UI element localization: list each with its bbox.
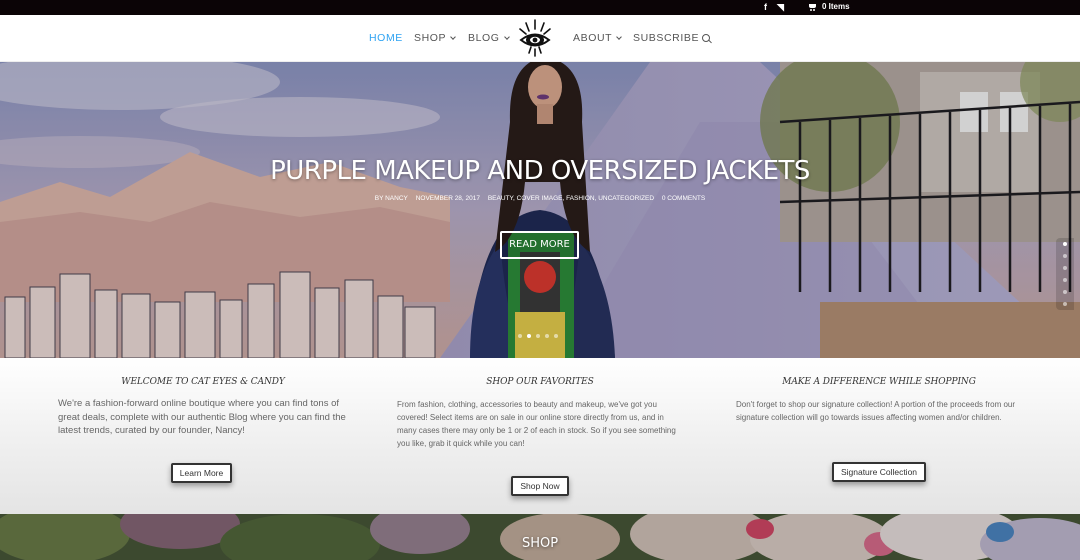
shop-section: Shop bbox=[0, 514, 1080, 560]
feature-text: Don't forget to shop our signature colle… bbox=[736, 400, 1016, 422]
slide-dot[interactable] bbox=[545, 334, 549, 338]
post-comments[interactable]: 0 Comments bbox=[662, 195, 705, 202]
learn-more-button[interactable]: Learn More bbox=[171, 463, 232, 483]
feature-title: Welcome to Cat Eyes & Candy bbox=[121, 377, 285, 387]
hero-slider: Purple Makeup and Oversized Jackets by N… bbox=[0, 62, 1080, 358]
feature-title: Shop Our Favorites bbox=[486, 377, 594, 387]
section-dot[interactable] bbox=[1063, 266, 1067, 270]
nav-item-label: SUBSCRIBE bbox=[633, 32, 700, 44]
nav-item-label: BLOG bbox=[468, 32, 500, 44]
chevron-down-icon bbox=[616, 34, 623, 40]
post-author[interactable]: by Nancy bbox=[375, 195, 408, 202]
top-bar: f ◥ 0 Items bbox=[0, 0, 1080, 15]
nav-item-shop[interactable]: SHOP bbox=[414, 32, 457, 44]
nav-item-subscribe[interactable]: SUBSCRIBE bbox=[633, 32, 699, 44]
social-links: f ◥ bbox=[764, 1, 784, 13]
site-logo[interactable] bbox=[517, 17, 553, 59]
post-meta: by Nancy November 28, 2017 Beauty, Cover… bbox=[0, 195, 1080, 202]
slide-dot[interactable] bbox=[518, 334, 522, 338]
nav-item-label: ABOUT bbox=[573, 32, 613, 44]
nav-item-home[interactable]: HOME bbox=[369, 32, 403, 44]
nav-item-label: SHOP bbox=[414, 32, 447, 44]
feature-title: Make a Difference While Shopping bbox=[782, 377, 976, 387]
main-navigation: HOME SHOP BLOG ABOUT SUBSCRIBE bbox=[0, 15, 1080, 62]
shop-section-title: Shop bbox=[521, 536, 559, 551]
search-icon[interactable] bbox=[702, 34, 712, 44]
facebook-icon[interactable]: f bbox=[764, 1, 767, 13]
signature-collection-button[interactable]: Signature Collection bbox=[832, 462, 926, 482]
slide-dot-active[interactable] bbox=[527, 334, 531, 338]
shopping-cart-icon bbox=[808, 3, 817, 11]
nav-item-label: HOME bbox=[369, 32, 403, 44]
nav-item-blog[interactable]: BLOG bbox=[468, 32, 510, 44]
slide-dot[interactable] bbox=[554, 334, 558, 338]
hero-title[interactable]: Purple Makeup and Oversized Jackets bbox=[0, 156, 1080, 186]
features-section: Welcome to Cat Eyes & Candy We're a fash… bbox=[0, 358, 1080, 514]
feature-text: We're a fashion-forward online boutique … bbox=[58, 398, 346, 436]
hero-background-image bbox=[0, 62, 1080, 358]
post-date: November 28, 2017 bbox=[415, 195, 480, 202]
section-dot[interactable] bbox=[1063, 302, 1067, 306]
section-navigation bbox=[1056, 238, 1074, 310]
cart-count: 0 Items bbox=[822, 2, 850, 11]
slider-pagination bbox=[518, 334, 558, 338]
section-dot[interactable] bbox=[1063, 254, 1067, 258]
section-dot[interactable] bbox=[1063, 290, 1067, 294]
rss-icon[interactable]: ◥ bbox=[777, 1, 784, 13]
section-dot-active[interactable] bbox=[1063, 242, 1067, 246]
slide-dot[interactable] bbox=[536, 334, 540, 338]
nav-item-about[interactable]: ABOUT bbox=[573, 32, 623, 44]
shop-now-button[interactable]: Shop Now bbox=[511, 476, 569, 496]
feature-text: From fashion, clothing, accessories to b… bbox=[397, 400, 676, 448]
post-categories[interactable]: Beauty, Cover Image, Fashion, Uncategori… bbox=[488, 195, 654, 202]
cart-link[interactable]: 0 Items bbox=[808, 1, 850, 13]
chevron-down-icon bbox=[503, 34, 510, 40]
section-dot[interactable] bbox=[1063, 278, 1067, 282]
read-more-button[interactable]: Read More bbox=[500, 231, 579, 259]
chevron-down-icon bbox=[450, 34, 457, 40]
